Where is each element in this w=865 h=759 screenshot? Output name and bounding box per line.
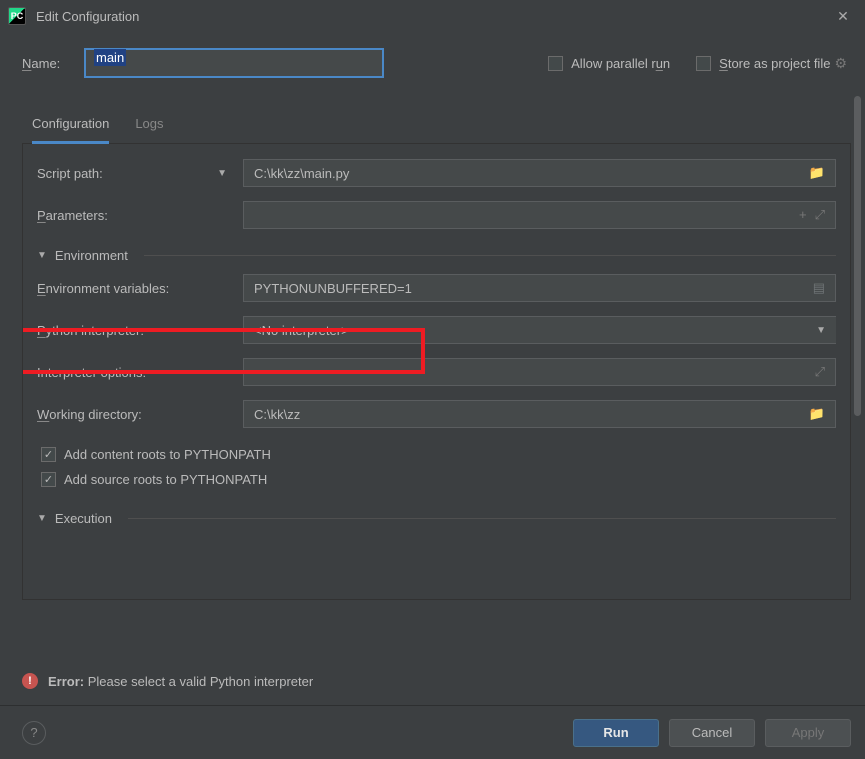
list-icon[interactable]: ▤ <box>813 280 825 296</box>
titlebar: PC Edit Configuration ✕ <box>0 0 865 32</box>
parameters-label: Parameters: <box>37 208 243 223</box>
env-vars-label: Environment variables: <box>37 281 243 296</box>
expand-icon[interactable]: ⤢ <box>815 364 825 380</box>
bottom-bar: ? Run Cancel Apply <box>0 705 865 759</box>
checkbox-checked-icon <box>41 447 56 462</box>
working-directory-field[interactable]: C:\kk\zz 📁 <box>243 400 836 428</box>
allow-parallel-run-label: Allow parallel run <box>571 56 670 71</box>
add-source-roots-checkbox[interactable]: Add source roots to PYTHONPATH <box>41 472 836 487</box>
chevron-down-icon: ▼ <box>816 325 826 336</box>
row-script-path: Script path: ▼ C:\kk\zz\main.py 📁 <box>37 158 836 188</box>
error-icon: ! <box>22 673 38 689</box>
help-button[interactable]: ? <box>22 721 46 745</box>
apply-button[interactable]: Apply <box>765 719 851 747</box>
name-row: Name: main Allow parallel run Store as p… <box>0 32 865 90</box>
script-path-field[interactable]: C:\kk\zz\main.py 📁 <box>243 159 836 187</box>
folder-icon[interactable]: 📁 <box>809 165 825 181</box>
checkbox-icon <box>548 56 563 71</box>
divider <box>128 518 836 519</box>
folder-icon[interactable]: 📁 <box>809 406 825 422</box>
python-interpreter-label: Python interpreter: <box>37 323 243 338</box>
content-frame: Configuration Logs Script path: ▼ C:\kk\… <box>22 90 851 610</box>
allow-parallel-run-checkbox[interactable]: Allow parallel run <box>548 56 670 71</box>
row-parameters: Parameters: + ⤢ <box>37 200 836 230</box>
chevron-down-icon: ▼ <box>37 250 47 261</box>
interpreter-options-field[interactable]: ⤢ <box>243 358 836 386</box>
plus-icon[interactable]: + <box>799 207 807 223</box>
gear-icon[interactable]: ⚙ <box>834 55 847 72</box>
environment-section-label: Environment <box>55 248 128 263</box>
add-content-roots-label: Add content roots to PYTHONPATH <box>64 447 271 462</box>
chevron-down-icon[interactable]: ▼ <box>217 168 227 179</box>
script-path-label: Script path: ▼ <box>37 166 243 181</box>
script-path-value: C:\kk\zz\main.py <box>254 166 349 181</box>
expand-icon[interactable]: ⤢ <box>815 207 825 223</box>
working-directory-label: Working directory: <box>37 407 243 422</box>
tab-logs[interactable]: Logs <box>135 116 163 144</box>
store-as-project-file-checkbox[interactable]: Store as project file ⚙ <box>696 55 847 72</box>
execution-section-label: Execution <box>55 511 112 526</box>
row-interpreter-options: Interpreter options: ⤢ <box>37 357 836 387</box>
pycharm-app-icon: PC <box>8 7 26 25</box>
chevron-down-icon: ▼ <box>37 513 47 524</box>
env-vars-value: PYTHONUNBUFFERED=1 <box>254 281 412 296</box>
config-panel: Script path: ▼ C:\kk\zz\main.py 📁 Parame… <box>22 144 851 600</box>
environment-section-header[interactable]: ▼ Environment <box>37 248 836 263</box>
row-env-vars: Environment variables: PYTHONUNBUFFERED=… <box>37 273 836 303</box>
error-bar: ! Error: Please select a valid Python in… <box>22 665 851 697</box>
name-input[interactable]: main <box>84 48 384 78</box>
divider <box>144 255 836 256</box>
store-as-project-file-label: Store as project file <box>719 56 830 71</box>
working-directory-value: C:\kk\zz <box>254 407 300 422</box>
close-button[interactable]: ✕ <box>831 8 855 25</box>
error-prefix: Error: <box>48 674 84 689</box>
name-label: Name: <box>22 56 84 71</box>
window-title: Edit Configuration <box>36 9 831 24</box>
parameters-field[interactable]: + ⤢ <box>243 201 836 229</box>
cancel-button[interactable]: Cancel <box>669 719 755 747</box>
execution-section-header[interactable]: ▼ Execution <box>37 511 836 526</box>
run-button[interactable]: Run <box>573 719 659 747</box>
interpreter-options-label: Interpreter options: <box>37 365 243 380</box>
error-message: Please select a valid Python interpreter <box>84 674 313 689</box>
python-interpreter-value: <No interpreter> <box>254 323 349 338</box>
row-working-directory: Working directory: C:\kk\zz 📁 <box>37 399 836 429</box>
python-interpreter-dropdown[interactable]: <No interpreter> ▼ <box>243 316 836 344</box>
checkbox-checked-icon <box>41 472 56 487</box>
checkbox-icon <box>696 56 711 71</box>
row-python-interpreter: Python interpreter: <No interpreter> ▼ <box>37 315 836 345</box>
add-source-roots-label: Add source roots to PYTHONPATH <box>64 472 267 487</box>
name-input-value: main <box>94 49 126 66</box>
env-vars-field[interactable]: PYTHONUNBUFFERED=1 ▤ <box>243 274 836 302</box>
tabs: Configuration Logs <box>22 90 851 144</box>
add-content-roots-checkbox[interactable]: Add content roots to PYTHONPATH <box>41 447 836 462</box>
tab-configuration[interactable]: Configuration <box>32 116 109 144</box>
scrollbar[interactable] <box>854 96 861 416</box>
